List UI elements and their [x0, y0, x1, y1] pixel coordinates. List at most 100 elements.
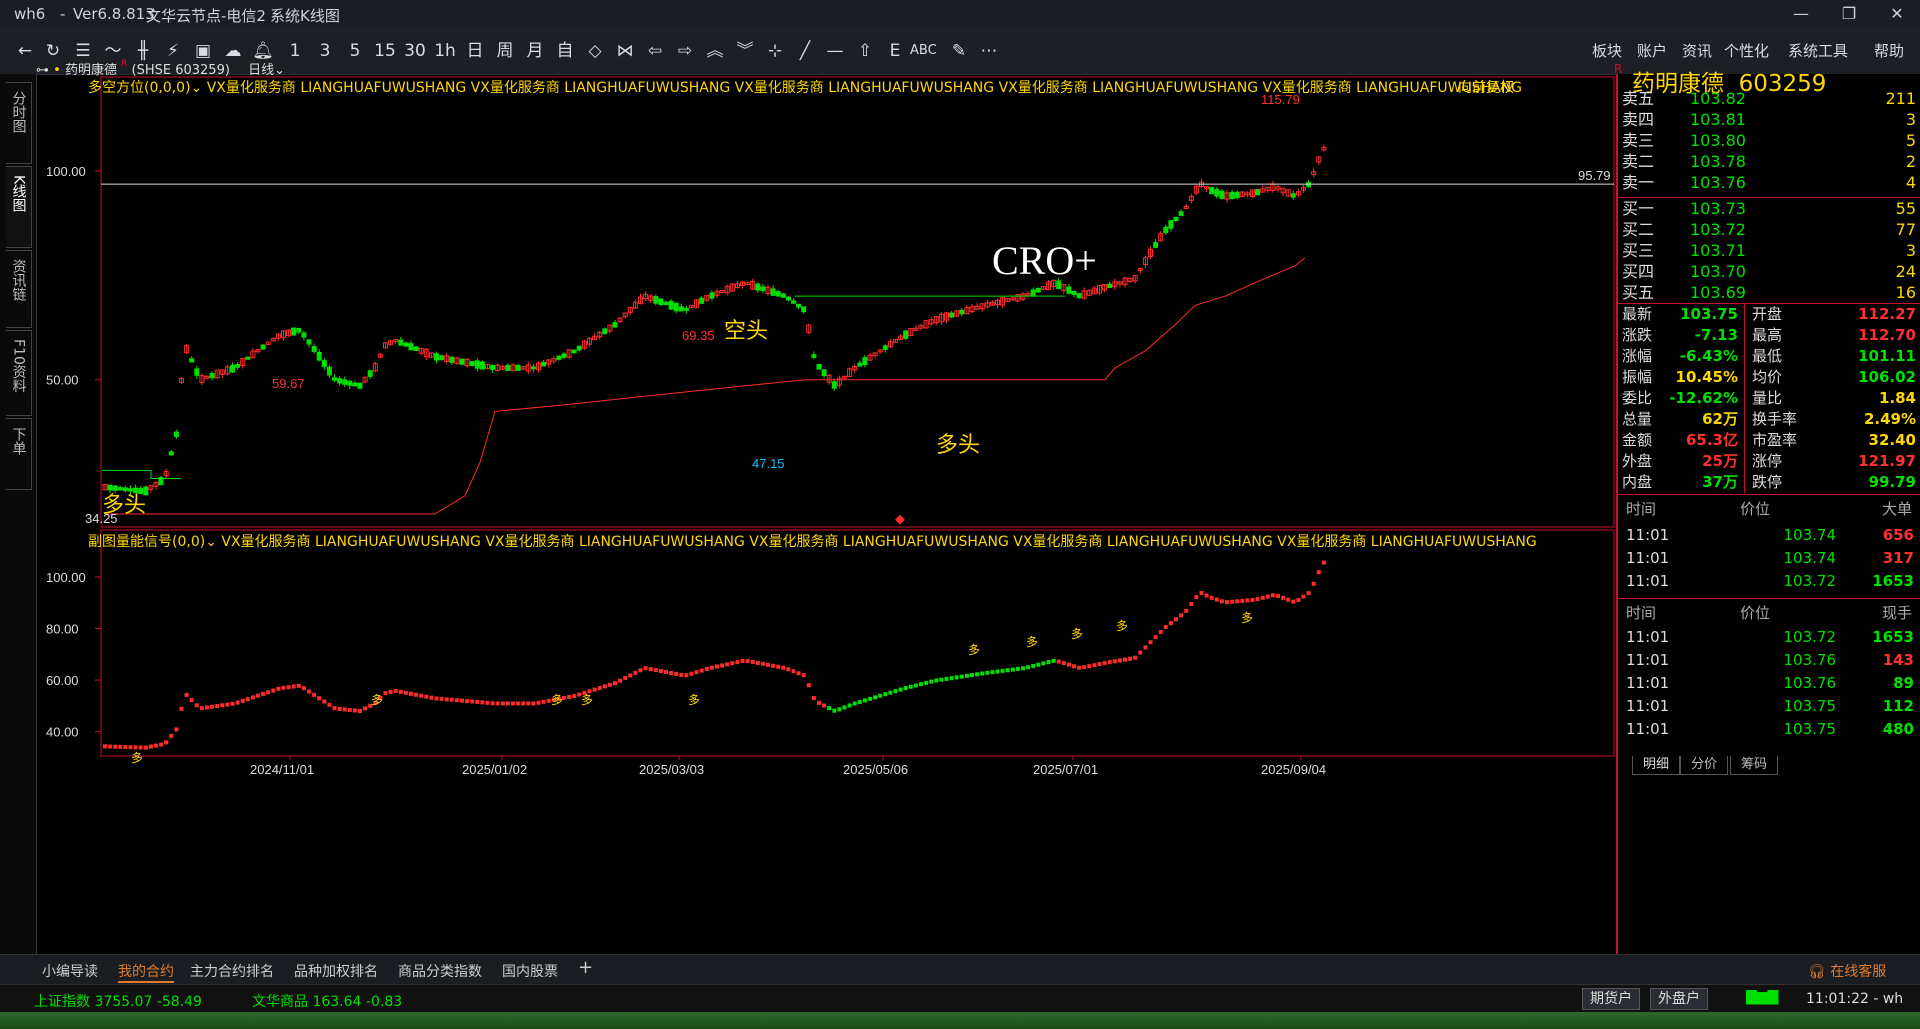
bid-row[interactable]: 买二 103.72 77: [1622, 219, 1918, 240]
ticks-header: 时间 价位 大单: [1622, 496, 1918, 522]
tick-row[interactable]: 11:01 103.75 480: [1622, 716, 1918, 742]
index2[interactable]: 文华商品 163.64 -0.83: [252, 991, 402, 1011]
page-up-icon[interactable]: ︽: [702, 36, 728, 66]
panel-tab-2[interactable]: 筹码: [1730, 756, 1778, 775]
horizontal-line-icon[interactable]: —: [822, 36, 848, 66]
adjust-mode[interactable]: 向前复权: [1458, 77, 1514, 97]
period-button-3[interactable]: 15: [372, 36, 398, 66]
sub-candle: [1230, 599, 1235, 604]
period-select[interactable]: 日线: [248, 63, 274, 78]
bid-row[interactable]: 买五 103.69 16: [1622, 282, 1918, 303]
bid-row[interactable]: 买三 103.71 3: [1622, 240, 1918, 261]
outer-account-button[interactable]: 外盘户: [1650, 988, 1708, 1010]
sub-candle: [164, 740, 169, 745]
zoom-out-icon[interactable]: ◇: [582, 36, 608, 66]
ask-row[interactable]: 卖二 103.78 2: [1622, 151, 1918, 172]
stat-row[interactable]: 总量 62万 换手率 2.49%: [1622, 409, 1918, 430]
candle-body: [903, 330, 909, 339]
period-button-5[interactable]: 1h: [432, 36, 458, 66]
minimize-icon[interactable]: —: [1778, 0, 1824, 28]
bottom-tab-5[interactable]: 国内股票: [502, 961, 558, 981]
home-icon[interactable]: ⇧: [852, 36, 878, 66]
more-icon[interactable]: ⋯: [976, 36, 1002, 66]
candle-body: [490, 364, 496, 370]
period-button-4[interactable]: 30: [402, 36, 428, 66]
sub-candle: [806, 683, 811, 688]
zoom-in-icon[interactable]: ⋈: [612, 36, 638, 66]
chevron-down-icon[interactable]: ⌄: [205, 534, 217, 550]
chart-canvas[interactable]: 100.00 50.00 100.00 80.00 60.00 40.00 2024/11/…: [36, 74, 1616, 954]
left-tab-2[interactable]: 资讯链: [6, 250, 32, 328]
sub-candle: [454, 698, 459, 703]
period-button-2[interactable]: 5: [342, 36, 368, 66]
menu-item-5[interactable]: 帮助: [1874, 40, 1904, 61]
stat-row[interactable]: 涨幅 -6.43% 最低 101.11: [1622, 346, 1918, 367]
bottom-tab-1[interactable]: 我的合约: [118, 961, 174, 983]
stat-value: 103.75: [1680, 305, 1738, 323]
back-icon[interactable]: ←: [12, 36, 38, 66]
sub-candle: [230, 701, 235, 706]
bid-row[interactable]: 买一 103.73 55: [1622, 198, 1918, 219]
bottom-tab-2[interactable]: 主力合约排名: [190, 961, 274, 981]
shift-right-icon[interactable]: ⇨: [672, 36, 698, 66]
period-button-1[interactable]: 3: [312, 36, 338, 66]
futures-account-button[interactable]: 期货户: [1582, 988, 1640, 1010]
shift-left-icon[interactable]: ⇦: [642, 36, 668, 66]
period-button-7[interactable]: 周: [492, 36, 518, 66]
menu-item-4[interactable]: 系统工具: [1788, 40, 1848, 61]
stat-row[interactable]: 振幅 10.45% 均价 106.02: [1622, 367, 1918, 388]
ask-row[interactable]: 卖五 103.82 211: [1622, 88, 1918, 109]
stat-row[interactable]: 最新 103.75 开盘 112.27: [1622, 304, 1918, 325]
candle-body: [347, 380, 353, 386]
stat-row[interactable]: 内盘 37万 跌停 99.79: [1622, 472, 1918, 493]
tick-row[interactable]: 11:01 103.72 1653: [1622, 568, 1918, 594]
online-service-button[interactable]: 🎧︎ 在线客服: [1808, 961, 1886, 981]
candle-body: [311, 346, 317, 352]
menu-item-3[interactable]: 个性化: [1724, 40, 1769, 61]
period-button-0[interactable]: 1: [282, 36, 308, 66]
stat-row[interactable]: 外盘 25万 涨停 121.97: [1622, 451, 1918, 472]
stat-row[interactable]: 委比 -12.62% 量比 1.84: [1622, 388, 1918, 409]
stat-row[interactable]: 涨跌 -7.13 最高 112.70: [1622, 325, 1918, 346]
left-tab-1[interactable]: K线图: [6, 166, 32, 248]
ask-row[interactable]: 卖三 103.80 5: [1622, 130, 1918, 151]
chevron-down-icon[interactable]: ⌄: [191, 80, 203, 96]
period-button-9[interactable]: 自: [552, 36, 578, 66]
stat-row[interactable]: 金额 65.3亿 市盈率 32.40: [1622, 430, 1918, 451]
left-tab-4[interactable]: 下单: [6, 418, 32, 490]
menu-item-2[interactable]: 资讯: [1682, 40, 1712, 61]
page-down-icon[interactable]: ︾: [732, 36, 758, 66]
sub-indicator-name[interactable]: 副图量能信号(0,0): [88, 534, 205, 550]
link-icon[interactable]: ⊶: [36, 63, 49, 78]
panel-tab-1[interactable]: 分价: [1680, 756, 1728, 775]
bottom-tab-3[interactable]: 品种加权排名: [294, 961, 378, 981]
ask-row[interactable]: 卖一 103.76 4: [1622, 172, 1918, 193]
panel-tab-0[interactable]: 明细: [1632, 756, 1680, 775]
menu-item-1[interactable]: 账户: [1637, 40, 1667, 61]
draw-line-icon[interactable]: ╱: [792, 36, 818, 66]
close-icon[interactable]: ✕: [1874, 0, 1920, 28]
sub-indicator-label[interactable]: 副图量能信号(0,0)⌄ VX量化服务商 LIANGHUAFUWUSHANG V…: [88, 531, 1537, 551]
main-indicator-label[interactable]: 多空方位(0,0,0)⌄ VX量化服务商 LIANGHUAFUWUSHANG V…: [88, 77, 1522, 97]
bid-row[interactable]: 买四 103.70 24: [1622, 261, 1918, 282]
sub-candle: [271, 688, 276, 693]
pen-icon[interactable]: ✎: [946, 36, 972, 66]
text-e-icon[interactable]: Ε: [882, 36, 908, 66]
left-tab-3[interactable]: F10资料: [6, 330, 32, 416]
kline-chart[interactable]: 100.00 50.00 100.00 80.00 60.00 40.00 2024/11/…: [36, 59, 1616, 954]
crosshair-icon[interactable]: ⊹: [762, 36, 788, 66]
index1[interactable]: 上证指数 3755.07 -58.49: [34, 991, 202, 1011]
ask-row[interactable]: 卖四 103.81 3: [1622, 109, 1918, 130]
period-button-8[interactable]: 月: [522, 36, 548, 66]
period-button-6[interactable]: 日: [462, 36, 488, 66]
server-node[interactable]: 文华云节点-电信2: [146, 5, 266, 26]
abc-text-icon[interactable]: ABC: [910, 36, 937, 66]
bottom-tab-0[interactable]: 小编导读: [42, 961, 98, 981]
bottom-tab-4[interactable]: 商品分类指数: [398, 961, 482, 981]
chevron-down-icon[interactable]: ⌄: [274, 63, 285, 78]
left-tab-0[interactable]: 分时图: [6, 82, 32, 164]
restore-icon[interactable]: ❐: [1826, 0, 1872, 28]
menu-item-0[interactable]: 板块: [1592, 40, 1622, 61]
main-indicator-name[interactable]: 多空方位(0,0,0): [88, 80, 191, 96]
add-tab-button[interactable]: +: [578, 957, 593, 978]
